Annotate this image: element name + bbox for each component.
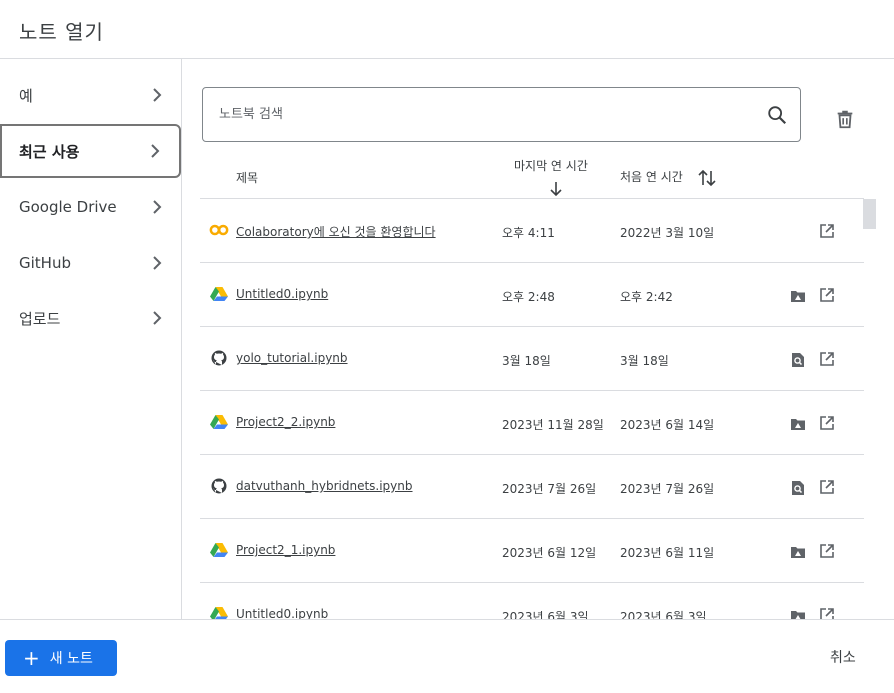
open-in-new-tab-icon[interactable]: [819, 607, 835, 619]
sidebar-item-label: Google Drive: [19, 198, 117, 216]
table-row[interactable]: Colaboratory에 오신 것을 환영합니다 오후 4:11 2022년 …: [200, 199, 864, 263]
column-header-last-opened[interactable]: 마지막 연 시간: [514, 157, 588, 174]
chevron-right-icon: [153, 311, 162, 325]
notebook-name-link[interactable]: Untitled0.ipynb: [236, 607, 328, 619]
chevron-right-icon: [153, 256, 162, 270]
column-header-first-opened[interactable]: 처음 연 시간: [620, 168, 683, 185]
chevron-right-icon: [153, 200, 162, 214]
open-in-new-tab-icon[interactable]: [819, 415, 835, 431]
sidebar-item-github[interactable]: GitHub: [0, 236, 181, 290]
scrollbar-thumb[interactable]: [863, 199, 876, 229]
trash-icon[interactable]: [834, 108, 856, 130]
drive-folder-icon[interactable]: [790, 288, 806, 304]
sidebar-item-label: 업로드: [19, 309, 61, 328]
open-in-new-tab-icon[interactable]: [819, 223, 835, 239]
notebook-list: Colaboratory에 오신 것을 환영합니다 오후 4:11 2022년 …: [200, 199, 864, 619]
notebook-name-link[interactable]: Colaboratory에 오신 것을 환영합니다: [236, 223, 436, 240]
first-opened-time: 2023년 6월 14일: [620, 418, 715, 432]
view-on-github-icon[interactable]: [790, 480, 806, 496]
chevron-right-icon: [153, 88, 162, 102]
last-opened-time: 2023년 6월 12일: [502, 546, 597, 560]
first-opened-time: 2023년 7월 26일: [620, 482, 715, 496]
table-row[interactable]: datvuthanh_hybridnets.ipynb 2023년 7월 26일…: [200, 455, 864, 519]
table-row[interactable]: Project2_2.ipynb 2023년 11월 28일 2023년 6월 …: [200, 391, 864, 455]
sidebar-item-recent[interactable]: 최근 사용: [0, 124, 181, 178]
new-notebook-label: 새 노트: [49, 651, 93, 667]
drive-folder-icon[interactable]: [790, 416, 806, 432]
last-opened-time: 2023년 6월 3일: [502, 610, 589, 619]
first-opened-time: 2023년 6월 3일: [620, 610, 707, 619]
search-icon[interactable]: [766, 104, 788, 126]
drive-folder-icon[interactable]: [790, 608, 806, 619]
table-row[interactable]: Untitled0.ipynb 2023년 6월 3일 2023년 6월 3일: [200, 583, 864, 619]
arrow-down-icon[interactable]: [549, 181, 563, 197]
notebook-name-link[interactable]: Project2_1.ipynb: [236, 543, 335, 557]
google-drive-icon: [210, 607, 228, 619]
first-opened-time: 오후 2:42: [620, 290, 673, 304]
sidebar-item-label: GitHub: [19, 254, 71, 272]
sidebar: 예 최근 사용 Google Drive GitHub 업로드: [0, 59, 182, 619]
dialog-header: 노트 열기: [0, 0, 894, 59]
last-opened-time: 오후 4:11: [502, 226, 555, 240]
colab-icon: [209, 224, 229, 236]
chevron-right-icon: [151, 144, 160, 158]
search-box: [202, 87, 801, 142]
last-opened-time: 오후 2:48: [502, 290, 555, 304]
sort-icon[interactable]: [697, 168, 717, 188]
first-opened-time: 2022년 3월 10일: [620, 226, 715, 240]
drive-folder-icon[interactable]: [790, 544, 806, 560]
table-row[interactable]: Project2_1.ipynb 2023년 6월 12일 2023년 6월 1…: [200, 519, 864, 583]
sidebar-item-label: 예: [19, 86, 33, 105]
first-opened-time: 2023년 6월 11일: [620, 546, 715, 560]
notebook-name-link[interactable]: Project2_2.ipynb: [236, 415, 335, 429]
table-row[interactable]: yolo_tutorial.ipynb 3월 18일 3월 18일: [200, 327, 864, 391]
column-header-title: 제목: [236, 171, 259, 185]
notebook-name-link[interactable]: datvuthanh_hybridnets.ipynb: [236, 479, 413, 493]
sidebar-item-examples[interactable]: 예: [0, 68, 181, 122]
github-icon: [211, 350, 227, 366]
cancel-button[interactable]: 취소: [830, 647, 856, 667]
last-opened-time: 2023년 7월 26일: [502, 482, 597, 496]
sidebar-item-google-drive[interactable]: Google Drive: [0, 180, 181, 234]
google-drive-icon: [210, 415, 228, 429]
sidebar-item-upload[interactable]: 업로드: [0, 291, 181, 345]
search-input[interactable]: [219, 88, 759, 141]
notebook-name-link[interactable]: Untitled0.ipynb: [236, 287, 328, 301]
dialog-footer: + 새 노트 취소: [0, 619, 894, 693]
sidebar-item-label: 최근 사용: [19, 142, 80, 161]
last-opened-time: 3월 18일: [502, 354, 551, 368]
github-icon: [211, 478, 227, 494]
plus-icon: +: [23, 646, 40, 670]
table-row[interactable]: Untitled0.ipynb 오후 2:48 오후 2:42: [200, 263, 864, 327]
view-on-github-icon[interactable]: [790, 352, 806, 368]
google-drive-icon: [210, 543, 228, 557]
new-notebook-button[interactable]: + 새 노트: [5, 640, 117, 676]
last-opened-time: 2023년 11월 28일: [502, 418, 604, 432]
first-opened-time: 3월 18일: [620, 354, 669, 368]
open-in-new-tab-icon[interactable]: [819, 479, 835, 495]
open-in-new-tab-icon[interactable]: [819, 351, 835, 367]
google-drive-icon: [210, 287, 228, 301]
notebook-name-link[interactable]: yolo_tutorial.ipynb: [236, 351, 348, 365]
open-in-new-tab-icon[interactable]: [819, 543, 835, 559]
dialog-title: 노트 열기: [19, 20, 104, 44]
open-in-new-tab-icon[interactable]: [819, 287, 835, 303]
